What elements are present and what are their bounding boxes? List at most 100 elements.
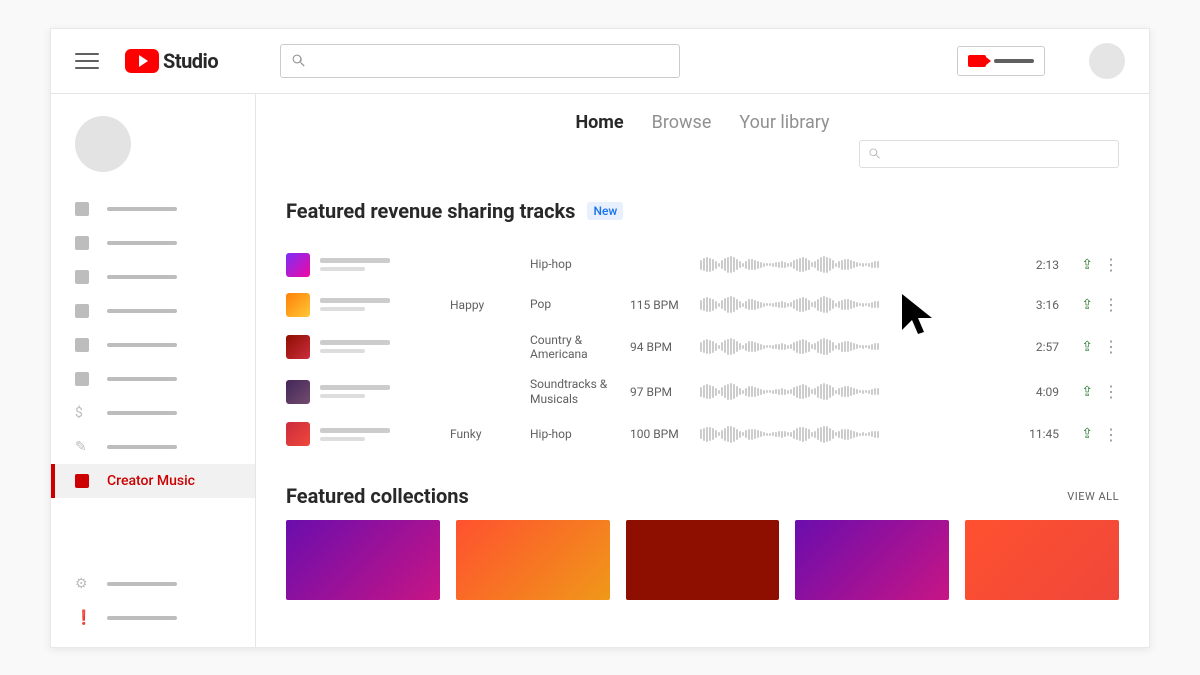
track-mood: Happy [450, 298, 520, 312]
tabs: Home Browse Your library [256, 94, 1149, 139]
collection-card[interactable] [965, 520, 1119, 600]
create-button[interactable] [957, 46, 1045, 76]
sidebar-item-analytics[interactable] [51, 294, 255, 328]
track-row[interactable]: Country & Americana 94 BPM 2:57 ⇪ ⋮ [286, 325, 1119, 370]
tab-browse[interactable]: Browse [652, 112, 712, 139]
track-bpm: 94 BPM [630, 340, 690, 354]
comments-icon [75, 338, 89, 352]
track-row[interactable]: Happy Pop 115 BPM 3:16 ⇪ ⋮ [286, 285, 1119, 325]
kebab-icon[interactable]: ⋮ [1103, 255, 1119, 274]
waveform[interactable] [700, 255, 999, 275]
collection-card[interactable] [626, 520, 780, 600]
track-title-stub [320, 258, 440, 271]
waveform[interactable] [700, 295, 999, 315]
channel-avatar[interactable] [75, 116, 131, 172]
track-duration: 3:16 [1009, 298, 1059, 312]
sidebar-item-playlists[interactable] [51, 260, 255, 294]
track-duration: 2:13 [1009, 258, 1059, 272]
track-genre: Pop [530, 297, 620, 311]
track-title-stub [320, 340, 440, 353]
waveform[interactable] [700, 424, 999, 444]
collection-card[interactable] [795, 520, 949, 600]
share-icon[interactable]: ⇪ [1081, 384, 1093, 400]
track-bpm: 115 BPM [630, 298, 690, 312]
waveform[interactable] [700, 337, 999, 357]
track-title-stub [320, 298, 440, 311]
collection-card[interactable] [456, 520, 610, 600]
collection-card[interactable] [286, 520, 440, 600]
track-thumbnail [286, 335, 310, 359]
main-content: Home Browse Your library Featured revenu… [256, 94, 1149, 647]
track-genre: Hip-hop [530, 427, 620, 441]
waveform[interactable] [700, 382, 999, 402]
sidebar-item-feedback[interactable] [51, 601, 255, 635]
share-icon[interactable]: ⇪ [1081, 426, 1093, 442]
tab-home[interactable]: Home [575, 112, 623, 139]
logo-text: Studio [163, 49, 218, 73]
track-genre: Hip-hop [530, 257, 620, 271]
track-row[interactable]: Soundtracks & Musicals 97 BPM 4:09 ⇪ ⋮ [286, 369, 1119, 414]
track-title-stub [320, 428, 440, 441]
dashboard-icon [75, 202, 89, 216]
sidebar-item-creator-music[interactable]: Creator Music [51, 464, 255, 498]
collections-row [286, 520, 1119, 600]
wand-icon [75, 439, 89, 455]
share-icon[interactable]: ⇪ [1081, 339, 1093, 355]
search-input[interactable] [280, 44, 680, 78]
track-duration: 4:09 [1009, 385, 1059, 399]
music-icon [75, 474, 89, 488]
camera-icon [968, 55, 986, 67]
track-genre: Soundtracks & Musicals [530, 377, 620, 406]
sidebar-item-customization[interactable] [51, 430, 255, 464]
content-icon [75, 236, 89, 250]
track-thumbnail [286, 422, 310, 446]
tab-library[interactable]: Your library [739, 112, 829, 139]
subtitles-icon [75, 372, 89, 386]
sidebar-item-label: Creator Music [107, 473, 195, 489]
sidebar-item-dashboard[interactable] [51, 192, 255, 226]
search-icon [291, 53, 307, 69]
track-row[interactable]: Funky Hip-hop 100 BPM 11:45 ⇪ ⋮ [286, 414, 1119, 454]
section-title-collections: Featured collections [286, 484, 469, 508]
track-duration: 11:45 [1009, 427, 1059, 441]
feedback-icon [75, 610, 89, 626]
track-row[interactable]: Hip-hop 2:13 ⇪ ⋮ [286, 245, 1119, 285]
dollar-icon [75, 405, 89, 421]
analytics-icon [75, 304, 89, 318]
sidebar: Creator Music [51, 94, 256, 647]
track-thumbnail [286, 253, 310, 277]
kebab-icon[interactable]: ⋮ [1103, 382, 1119, 401]
search-icon [868, 147, 882, 161]
kebab-icon[interactable]: ⋮ [1103, 337, 1119, 356]
hamburger-menu-icon[interactable] [75, 49, 99, 73]
track-bpm: 97 BPM [630, 385, 690, 399]
track-mood: Funky [450, 427, 520, 441]
track-duration: 2:57 [1009, 340, 1059, 354]
section-title-featured-tracks: Featured revenue sharing tracks [286, 199, 575, 223]
track-title-stub [320, 385, 440, 398]
youtube-play-icon [125, 49, 159, 73]
sidebar-item-monetization[interactable] [51, 396, 255, 430]
create-label-stub [994, 59, 1034, 63]
sidebar-item-subtitles[interactable] [51, 362, 255, 396]
tracks-table: Hip-hop2:13⇪⋮HappyPop115 BPM3:16⇪⋮Countr… [286, 245, 1119, 455]
playlist-icon [75, 270, 89, 284]
track-bpm: 100 BPM [630, 427, 690, 441]
kebab-icon[interactable]: ⋮ [1103, 425, 1119, 444]
kebab-icon[interactable]: ⋮ [1103, 295, 1119, 314]
gear-icon [75, 576, 89, 592]
sidebar-item-settings[interactable] [51, 567, 255, 601]
track-thumbnail [286, 293, 310, 317]
share-icon[interactable]: ⇪ [1081, 257, 1093, 273]
share-icon[interactable]: ⇪ [1081, 297, 1093, 313]
top-header: Studio [51, 29, 1149, 94]
track-genre: Country & Americana [530, 333, 620, 362]
music-search-input[interactable] [859, 140, 1119, 168]
sidebar-item-content[interactable] [51, 226, 255, 260]
sidebar-item-comments[interactable] [51, 328, 255, 362]
profile-avatar[interactable] [1089, 43, 1125, 79]
track-thumbnail [286, 380, 310, 404]
view-all-link[interactable]: VIEW ALL [1067, 490, 1119, 503]
new-badge: New [587, 202, 623, 220]
studio-logo[interactable]: Studio [125, 49, 218, 73]
